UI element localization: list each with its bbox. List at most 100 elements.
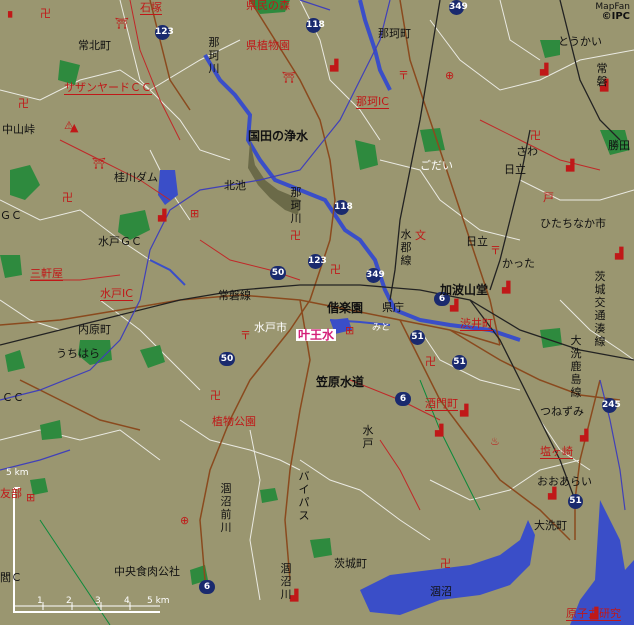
mito-road-label: 水戸 xyxy=(362,424,374,450)
place-kanayamadai[interactable]: 加波山堂 xyxy=(440,284,488,296)
joban-line-label: 常磐線 xyxy=(218,289,251,302)
scale-bar xyxy=(13,487,160,613)
route-shield: 118 xyxy=(306,18,325,33)
place-tomobe[interactable]: 友部 xyxy=(0,488,22,500)
scale-tick: 4 xyxy=(124,596,130,606)
place-kanousui[interactable]: 叶王水 xyxy=(296,329,337,341)
factory-icon: ▟ xyxy=(566,159,575,172)
hinuma-river-label: 涸沼川 xyxy=(280,562,292,601)
place-left-gc[interactable]: ＧＣ xyxy=(0,210,22,222)
place-kenmin-forest[interactable]: 県民の森 xyxy=(246,0,290,12)
place-kiyokawa-dam[interactable]: 桂川ダム xyxy=(114,172,158,184)
scale-tick: 2 xyxy=(66,596,72,606)
place-kenshokubutsuen[interactable]: 県植物園 xyxy=(246,40,290,52)
place-hitachi-2[interactable]: 日立 xyxy=(466,236,488,248)
shrine-icon: ⊕ xyxy=(445,69,455,82)
shrine-icon: 卍 xyxy=(440,557,451,570)
place-hinuma[interactable]: 涸沼 xyxy=(430,586,452,598)
place-sazan-yard[interactable]: サザンヤードＣＣ xyxy=(64,82,152,95)
route-shield: 349 xyxy=(366,268,385,283)
place-ishizuka[interactable]: 石塚 xyxy=(140,2,162,15)
factory-icon: ▟ xyxy=(580,429,589,442)
place-hitachinaka-shi[interactable]: ひたちなか市 xyxy=(540,218,606,230)
joban-line-top-label: 常磐 xyxy=(596,62,608,88)
map-canvas[interactable]: ▖ 卍 ⛩ ⛩ ▟ 〒 ⊕ ▟ ▟ 卍 ▟ 戸 ▲ ⛩ 卍 ⊞ ▟ 卍 卍 卍 … xyxy=(0,0,634,625)
scale-tick: 3 xyxy=(95,596,101,606)
place-kasahara-jousui[interactable]: 笠原水道 xyxy=(316,376,364,388)
place-hitachi[interactable]: 日立 xyxy=(504,164,526,176)
school-icon: 文 xyxy=(415,229,426,242)
place-shiogasaki[interactable]: 塩ヶ崎 xyxy=(540,446,573,459)
place-tonoura[interactable]: とうかい xyxy=(558,36,602,48)
route-shield: 51 xyxy=(452,355,467,370)
place-naka-machi[interactable]: 那珂町 xyxy=(378,28,411,40)
bank-icon: ⊞ xyxy=(190,207,200,220)
place-ooarai[interactable]: おおあらい xyxy=(537,476,592,488)
route-shield: 123 xyxy=(155,25,174,40)
shrine-icon: 卍 xyxy=(18,97,29,110)
route-shield: 349 xyxy=(449,0,468,15)
factory-icon: ▟ xyxy=(450,299,459,312)
place-sakado-machi[interactable]: 酒門町 xyxy=(425,398,458,411)
ooarai-kashima-line-label: 大洗鹿島線 xyxy=(570,334,582,399)
place-chuo-shokuniku[interactable]: 中央食肉公社 xyxy=(114,566,180,578)
ibaraki-kotsu-line-label: 茨城交通湊線 xyxy=(594,270,606,348)
place-mito-shi[interactable]: 水戸市 xyxy=(254,322,287,334)
place-joboku[interactable]: 常北町 xyxy=(78,40,111,52)
place-mito-ic[interactable]: 水戸IC xyxy=(100,288,133,301)
route-shield: 6 xyxy=(395,392,411,406)
route-shield: 123 xyxy=(308,254,327,269)
place-katta[interactable]: かった xyxy=(502,258,535,270)
bypass-label: バイパス xyxy=(298,470,310,522)
reservoir xyxy=(158,170,178,205)
place-genshiryoku[interactable]: 原子力研究 xyxy=(566,608,621,621)
place-left-kan[interactable]: 閻Ｃ xyxy=(0,572,22,584)
place-shokubutsu-koen[interactable]: 植物公園 xyxy=(212,416,256,428)
factory-icon: ▟ xyxy=(548,487,557,500)
place-katsuta-top[interactable]: 勝田 xyxy=(608,140,630,152)
place-tsunezumi[interactable]: つねずみ xyxy=(540,406,584,418)
shrine-icon: 卍 xyxy=(40,7,51,20)
factory-icon: ▟ xyxy=(158,209,167,222)
place-kitaike[interactable]: 北池 xyxy=(224,180,246,192)
shrine-icon: ⛩ xyxy=(92,157,106,170)
place-mito-gc[interactable]: 水戸ＧＣ xyxy=(98,236,142,248)
place-kencho[interactable]: 県庁 xyxy=(382,302,404,314)
place-mitomi[interactable]: みと xyxy=(372,322,390,334)
place-sawa[interactable]: さわ xyxy=(516,146,538,158)
place-sangenya[interactable]: 三軒屋 xyxy=(30,268,63,281)
school-icon: ⚠ xyxy=(64,119,74,132)
bank-icon: ⊞ xyxy=(26,491,36,504)
city-hall-icon: 戸 xyxy=(543,191,554,204)
place-shibui-machi[interactable]: 渋井町 xyxy=(460,318,493,331)
route-shield: 6 xyxy=(199,580,215,594)
credit-ipc: ©IPC xyxy=(601,11,630,22)
shrine-icon: ⊕ xyxy=(180,514,190,527)
suigun-line-label: 水郡線 xyxy=(400,228,412,267)
place-ibaraki-machi[interactable]: 茨城町 xyxy=(334,558,367,570)
hinuma-mae-river-label: 涸沼前川 xyxy=(220,482,232,534)
green-road xyxy=(39,519,111,625)
post-office-icon: 〒 xyxy=(398,69,409,82)
place-left-cc[interactable]: ＣＣ xyxy=(2,392,24,404)
route-shield: 50 xyxy=(270,266,286,280)
shrine-icon: ⛩ xyxy=(115,17,129,30)
place-godai[interactable]: ごだい xyxy=(420,160,453,172)
place-kairakuen[interactable]: 偕楽園 xyxy=(327,302,363,314)
place-uchihara-machi[interactable]: 内原町 xyxy=(78,324,111,336)
place-uchihara[interactable]: うちはら xyxy=(56,348,100,360)
post-office-icon: 〒 xyxy=(240,329,251,342)
route-shield: 245 xyxy=(602,398,621,413)
scale-tick: 1 xyxy=(37,596,43,606)
naka-river-label-2: 那珂川 xyxy=(290,186,302,225)
shrine-icon: 卍 xyxy=(290,229,301,242)
naka-river-label: 那珂川 xyxy=(208,36,220,75)
place-kunita-jousui[interactable]: 国田の浄水 xyxy=(248,130,308,142)
place-ooarai-machi[interactable]: 大洗町 xyxy=(534,520,567,532)
factory-icon: ▟ xyxy=(460,404,469,417)
place-naka-ic[interactable]: 那珂IC xyxy=(356,96,389,109)
factory-icon: ▖ xyxy=(8,5,17,18)
route-shield: 118 xyxy=(334,200,353,215)
place-nakayama[interactable]: 中山峠 xyxy=(2,124,35,136)
map-credit: MapFan ©IPC xyxy=(595,2,630,22)
